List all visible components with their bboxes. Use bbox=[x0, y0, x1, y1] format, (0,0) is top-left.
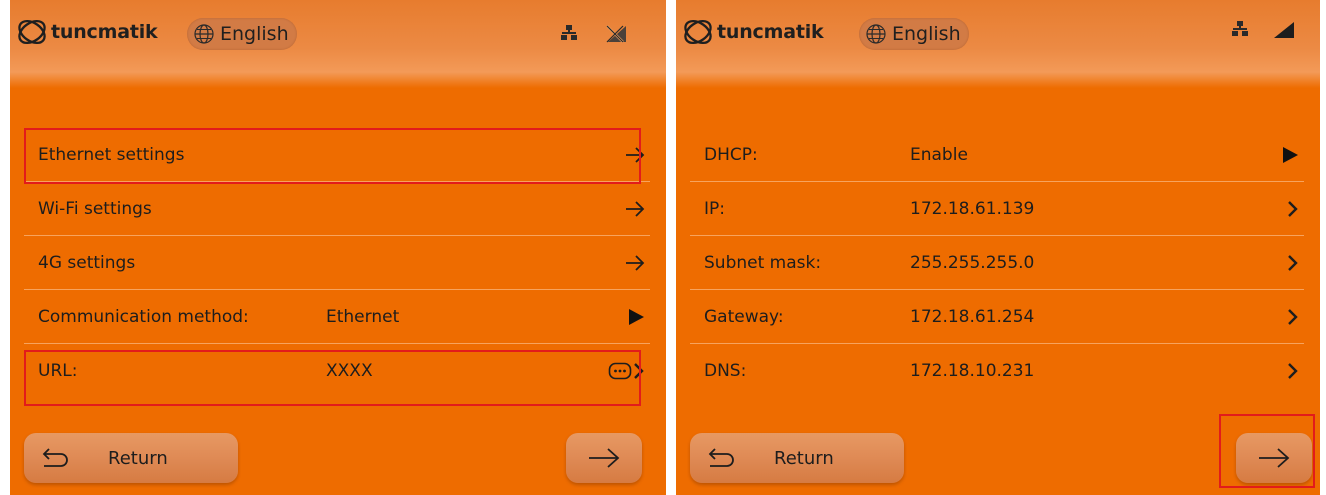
row-value: XXXX bbox=[326, 361, 373, 381]
row-label: Subnet mask: bbox=[704, 252, 822, 273]
return-label: Return bbox=[108, 447, 168, 469]
row-label: 4G settings bbox=[38, 252, 136, 273]
row-value: 172.18.61.139 bbox=[910, 198, 1035, 219]
list-item-4g-settings[interactable]: 4G settings bbox=[24, 236, 650, 290]
play-icon bbox=[1283, 146, 1298, 163]
list-item-communication-method[interactable]: Communication method: Ethernet bbox=[24, 290, 650, 344]
chevron-right-icon bbox=[1288, 363, 1298, 379]
list-item-dns[interactable]: DNS: 172.18.10.231 bbox=[690, 344, 1304, 398]
settings-list: Ethernet settings Wi-Fi settings 4G sett… bbox=[24, 128, 650, 398]
globe-icon bbox=[866, 24, 886, 44]
brand-logo: tuncmatik bbox=[682, 16, 824, 48]
arrow-right-icon bbox=[626, 146, 645, 163]
return-button[interactable]: Return bbox=[690, 433, 904, 483]
ethernet-settings-screen: tuncmatik English DHCP: Enable IP: 172.1… bbox=[676, 0, 1320, 495]
row-label: Wi-Fi settings bbox=[38, 198, 152, 219]
next-button[interactable] bbox=[1236, 433, 1312, 483]
language-selector[interactable]: English bbox=[187, 18, 297, 50]
settings-list: DHCP: Enable IP: 172.18.61.139 Subnet ma… bbox=[690, 128, 1304, 398]
brand-name: tuncmatik bbox=[51, 21, 158, 43]
brand-logo: tuncmatik bbox=[16, 16, 158, 48]
list-item-dhcp[interactable]: DHCP: Enable bbox=[690, 128, 1304, 182]
chevron-right-icon bbox=[1288, 200, 1298, 217]
language-label: English bbox=[892, 23, 961, 45]
row-label: URL: bbox=[38, 361, 78, 381]
language-selector[interactable]: English bbox=[859, 18, 969, 50]
tuncmatik-logo-icon bbox=[18, 19, 46, 45]
header-bar: tuncmatik English bbox=[10, 0, 666, 88]
chevron-right-icon bbox=[1288, 254, 1298, 271]
network-icon bbox=[1232, 21, 1248, 36]
return-label: Return bbox=[774, 447, 834, 469]
return-icon bbox=[42, 448, 68, 467]
chevron-right-icon bbox=[634, 363, 644, 379]
return-button[interactable]: Return bbox=[24, 433, 238, 483]
list-item-ethernet-settings[interactable]: Ethernet settings bbox=[24, 128, 650, 182]
brand-name: tuncmatik bbox=[717, 21, 824, 43]
row-label: Gateway: bbox=[704, 306, 784, 327]
no-signal-icon bbox=[606, 25, 626, 43]
globe-icon bbox=[194, 24, 214, 44]
tuncmatik-logo-icon bbox=[684, 19, 712, 45]
row-value: Enable bbox=[910, 144, 968, 165]
row-label: Ethernet settings bbox=[38, 144, 185, 165]
signal-strength-icon bbox=[1274, 22, 1294, 38]
row-label: Communication method: bbox=[38, 306, 249, 327]
return-icon bbox=[708, 448, 734, 467]
arrow-right-icon bbox=[589, 448, 620, 468]
list-item-gateway[interactable]: Gateway: 172.18.61.254 bbox=[690, 290, 1304, 344]
row-value: 255.255.255.0 bbox=[910, 252, 1035, 273]
list-item-ip[interactable]: IP: 172.18.61.139 bbox=[690, 182, 1304, 236]
arrow-right-icon bbox=[626, 254, 645, 271]
list-item-url[interactable]: URL: XXXX bbox=[24, 344, 650, 398]
network-icon bbox=[561, 25, 577, 40]
row-label: DNS: bbox=[704, 361, 747, 381]
language-label: English bbox=[220, 23, 289, 45]
header-bar: tuncmatik English bbox=[676, 0, 1320, 88]
arrow-right-icon bbox=[1259, 448, 1290, 468]
row-value: 172.18.61.254 bbox=[910, 306, 1035, 327]
row-label: DHCP: bbox=[704, 144, 758, 165]
keyboard-icon[interactable] bbox=[608, 361, 632, 381]
play-icon bbox=[629, 308, 644, 325]
list-item-wifi-settings[interactable]: Wi-Fi settings bbox=[24, 182, 650, 236]
arrow-right-icon bbox=[626, 200, 645, 217]
network-settings-screen: tuncmatik English Ethernet settings Wi-F… bbox=[10, 0, 666, 495]
chevron-right-icon bbox=[1288, 308, 1298, 325]
row-value: Ethernet bbox=[326, 306, 400, 327]
row-label: IP: bbox=[704, 198, 725, 219]
next-button[interactable] bbox=[566, 433, 642, 483]
row-value: 172.18.10.231 bbox=[910, 361, 1035, 381]
list-item-subnet-mask[interactable]: Subnet mask: 255.255.255.0 bbox=[690, 236, 1304, 290]
